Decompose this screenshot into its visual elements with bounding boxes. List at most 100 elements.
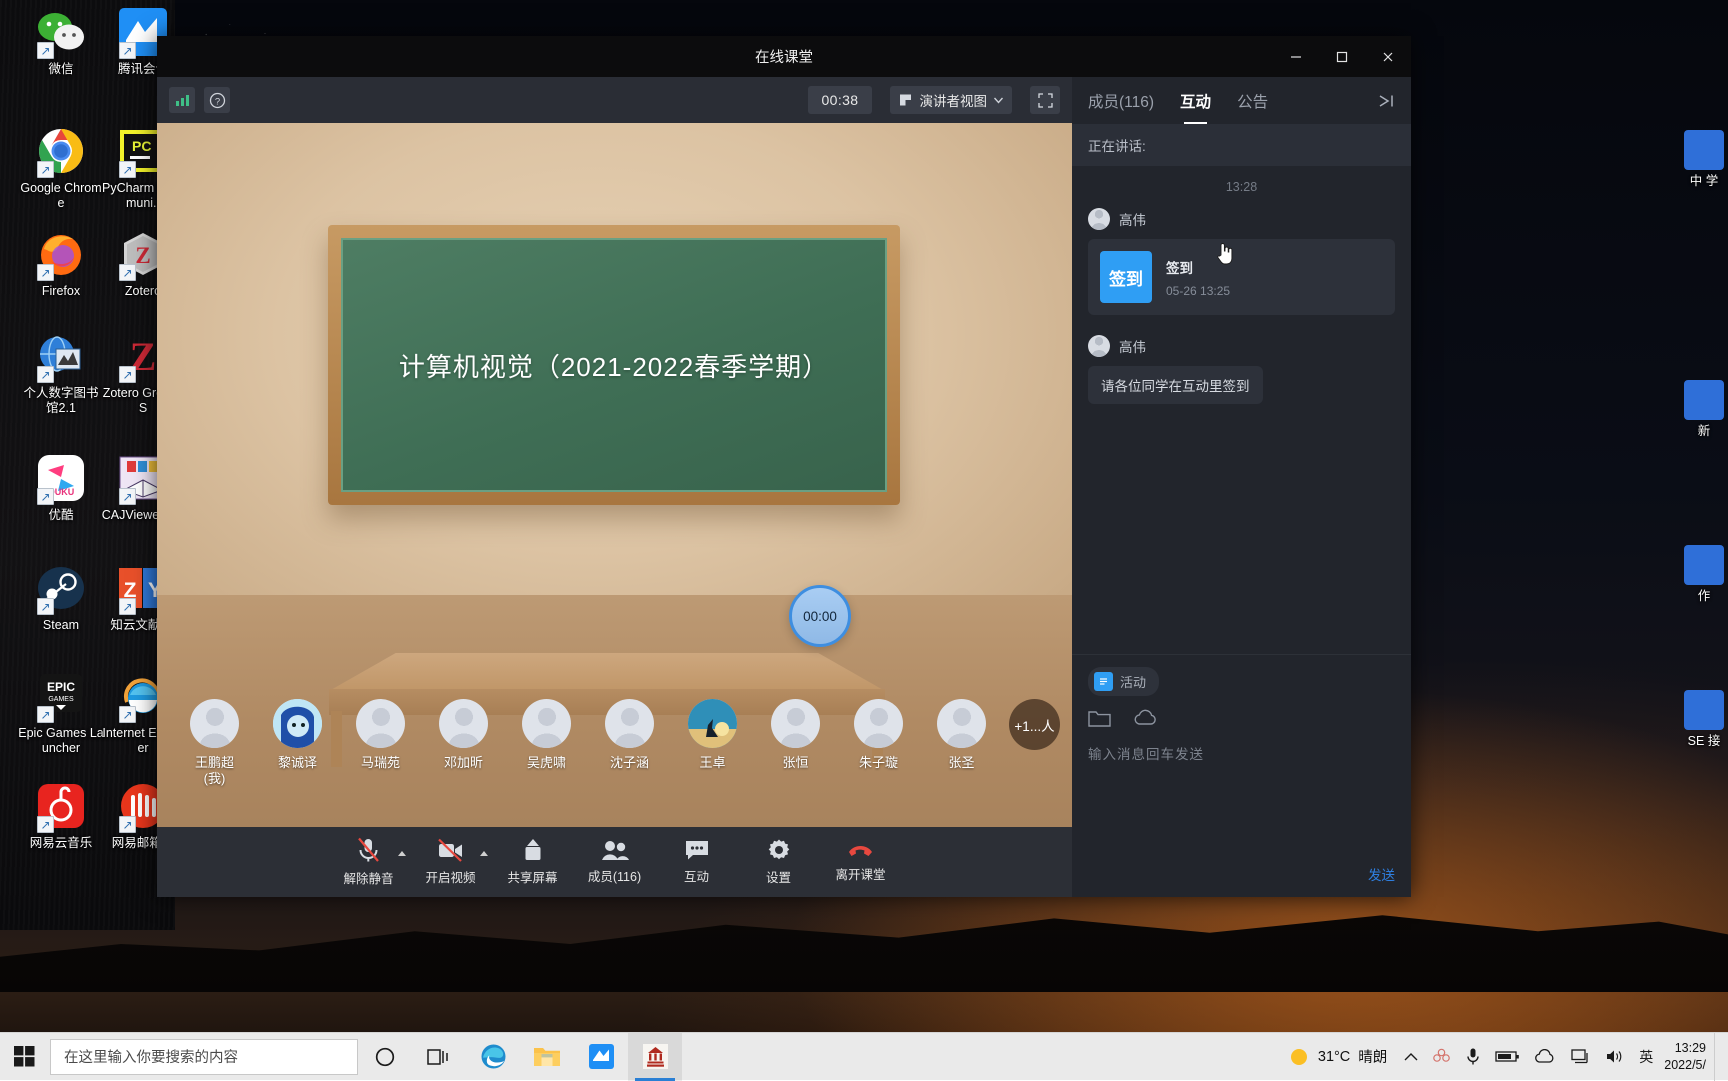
desktop-icon-label: Google Chrome — [18, 181, 104, 212]
control-hangup[interactable]: 离开课堂 — [820, 827, 902, 897]
sun-icon — [1288, 1046, 1310, 1068]
participant-tile[interactable]: 邓加昕 — [422, 699, 505, 771]
shortcut-arrow-icon: ↗ — [37, 42, 54, 59]
participant-tile[interactable]: 沈子涵 — [588, 699, 671, 771]
meeting-timer: 00:38 — [808, 86, 871, 114]
maximize-button[interactable] — [1319, 36, 1365, 77]
shortcut-arrow-icon: ↗ — [119, 488, 136, 505]
control-mic-muted[interactable]: 解除静音 — [328, 827, 410, 897]
desktop-icon-chrome[interactable]: ↗Google Chrome — [18, 125, 104, 212]
desktop-icon-partial[interactable]: SE 接 — [1674, 690, 1728, 749]
classroom-stage[interactable]: 计算机视觉（2021-2022春季学期） 00:00 王鹏超(我) — [157, 123, 1072, 827]
activity-chip[interactable]: 活动 — [1088, 667, 1159, 696]
tencent-meeting-button[interactable] — [574, 1033, 628, 1081]
onedrive-icon[interactable] — [1527, 1033, 1564, 1081]
activity-label: 活动 — [1120, 672, 1146, 691]
participant-name: 吴虎啸 — [505, 755, 588, 771]
participant-tile[interactable]: 马瑞苑 — [339, 699, 422, 771]
participant-tile[interactable]: 张恒 — [754, 699, 837, 771]
chevron-up-icon[interactable] — [1397, 1033, 1425, 1081]
control-gear[interactable]: 设置 — [738, 827, 820, 897]
tab-interaction[interactable]: 互动 — [1178, 84, 1213, 118]
cortana-button[interactable] — [358, 1033, 412, 1081]
avatar — [522, 699, 571, 748]
control-participants[interactable]: 成员(116) — [574, 827, 656, 897]
online-classroom-button[interactable] — [628, 1033, 682, 1081]
mic-muted-icon — [356, 837, 381, 863]
participant-name: 沈子涵 — [588, 755, 671, 771]
microphone-icon[interactable] — [1458, 1033, 1488, 1081]
desktop-icon-digital-library[interactable]: ↗个人数字图书馆2.1 — [18, 330, 104, 417]
minimize-button[interactable] — [1273, 36, 1319, 77]
avatar — [688, 699, 737, 748]
hand-raise-timer[interactable]: 00:00 — [789, 585, 851, 647]
close-button[interactable] — [1365, 36, 1411, 77]
desktop-icon-youku[interactable]: OUKU↗优酷 — [18, 452, 104, 523]
message-input[interactable]: 输入消息回车发送 — [1088, 743, 1395, 763]
participant-name: 朱子璇 — [837, 755, 920, 771]
flower-icon[interactable] — [1425, 1033, 1458, 1081]
taskbar-clock[interactable]: 13:29 2022/5/ — [1660, 1040, 1714, 1073]
desktop-icon-partial[interactable]: 作 — [1674, 545, 1728, 604]
show-desktop-button[interactable] — [1714, 1033, 1722, 1081]
chevron-up-icon[interactable] — [398, 851, 406, 856]
task-view-button[interactable] — [412, 1033, 466, 1081]
desktop-icon-steam[interactable]: ↗Steam — [18, 562, 104, 633]
participant-tile[interactable]: 吴虎啸 — [505, 699, 588, 771]
shortcut-arrow-icon: ↗ — [37, 366, 54, 383]
participant-name: 张圣 — [920, 755, 1003, 771]
desktop-icon-epic-games[interactable]: EPIC GAMES ↗Epic Games Launcher — [18, 670, 104, 757]
more-participants-button[interactable]: +1...人 — [1009, 699, 1060, 750]
control-label: 共享屏幕 — [507, 867, 557, 886]
desktop-icon-netease-music[interactable]: ↗网易云音乐 — [18, 780, 104, 851]
window-titlebar[interactable]: 在线课堂 — [157, 36, 1411, 77]
control-video-off[interactable]: 开启视频 — [410, 827, 492, 897]
shortcut-arrow-icon: ↗ — [119, 161, 136, 178]
signal-bars-icon[interactable] — [169, 87, 195, 113]
send-button[interactable]: 发送 — [1368, 864, 1395, 884]
folder-icon[interactable] — [1088, 709, 1111, 728]
desktop-icon-partial[interactable]: 新 — [1674, 380, 1728, 439]
participant-tile[interactable]: 黎诚译 — [256, 699, 339, 771]
input-method-indicator[interactable]: 英 — [1632, 1033, 1660, 1081]
interaction-panel: 成员(116) 互动 公告 正在讲话: 13:28 高伟 — [1072, 77, 1411, 897]
edge-button[interactable] — [466, 1033, 520, 1081]
chevron-up-icon[interactable] — [480, 851, 488, 856]
shortcut-arrow-icon: ↗ — [37, 598, 54, 615]
desktop-icon-firefox[interactable]: ↗Firefox — [18, 228, 104, 299]
battery-icon[interactable] — [1488, 1033, 1527, 1081]
tab-members[interactable]: 成员(116) — [1086, 84, 1156, 118]
participant-name: 王鹏超(我) — [173, 755, 256, 788]
signin-card[interactable]: 签到 签到 05-26 13:25 — [1088, 239, 1395, 315]
blackboard-frame: 计算机视觉（2021-2022春季学期） — [328, 225, 900, 505]
cloud-icon[interactable] — [1133, 709, 1158, 728]
participant-tile[interactable]: 王鹏超(我) — [173, 699, 256, 788]
video-off-icon — [437, 838, 464, 862]
control-chat[interactable]: 互动 — [656, 827, 738, 897]
control-share-screen[interactable]: 共享屏幕 — [492, 827, 574, 897]
fullscreen-button[interactable] — [1030, 86, 1060, 114]
online-classroom-window[interactable]: 在线课堂 — [157, 36, 1411, 897]
search-input[interactable]: 在这里输入你要搜索的内容 — [50, 1039, 358, 1075]
collapse-panel-icon[interactable] — [1379, 93, 1397, 109]
participant-tile[interactable]: 王卓 — [671, 699, 754, 771]
chat-icon — [684, 839, 710, 861]
message-list[interactable]: 13:28 高伟 签到 签到 05-26 13:25 — [1072, 166, 1411, 654]
svg-text:EPIC: EPIC — [47, 680, 75, 694]
participant-tile[interactable]: 张圣 — [920, 699, 1003, 771]
tab-announcement[interactable]: 公告 — [1235, 84, 1270, 118]
panel-tab-bar: 成员(116) 互动 公告 — [1072, 77, 1411, 124]
avatar — [854, 699, 903, 748]
desktop-icon-partial[interactable]: 中 学 — [1674, 130, 1728, 189]
volume-icon[interactable] — [1598, 1033, 1632, 1081]
weather-widget[interactable]: 31°C 晴朗 — [1284, 1046, 1397, 1068]
participant-tile[interactable]: 朱子璇 — [837, 699, 920, 771]
participants-icon — [601, 839, 629, 861]
desktop-icon-wechat[interactable]: ↗微信 — [18, 6, 104, 77]
question-mark-icon[interactable]: ? — [204, 87, 230, 113]
network-icon[interactable] — [1564, 1033, 1598, 1081]
windows-taskbar[interactable]: 在这里输入你要搜索的内容 — [0, 1032, 1728, 1080]
start-button[interactable] — [0, 1033, 48, 1081]
file-explorer-button[interactable] — [520, 1033, 574, 1081]
view-mode-select[interactable]: 演讲者视图 — [890, 86, 1013, 114]
